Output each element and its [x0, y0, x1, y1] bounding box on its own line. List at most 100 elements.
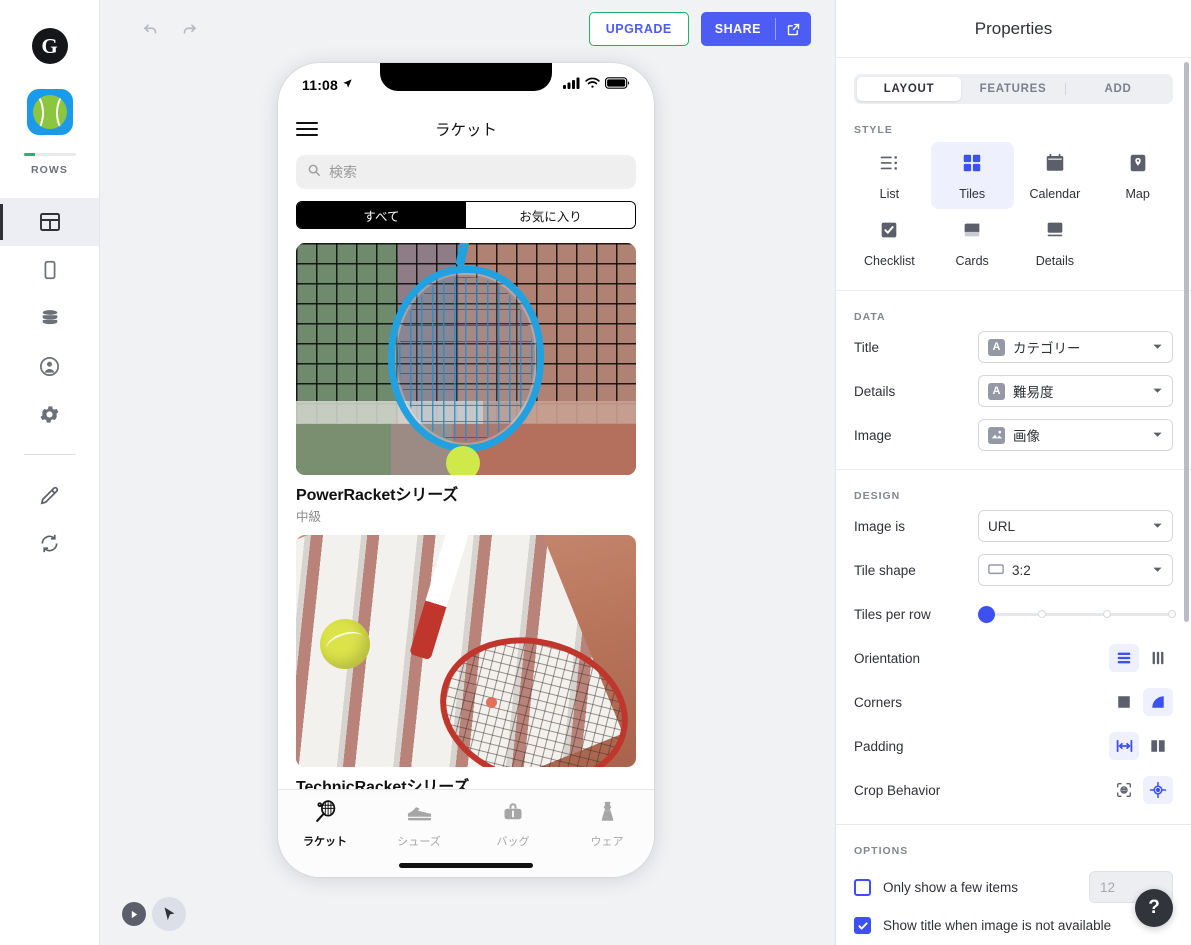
tile-title: PowerRacketシリーズ — [296, 487, 459, 504]
search-input[interactable]: 検索 — [296, 155, 636, 189]
rail-divider — [23, 454, 76, 455]
corners-square-button[interactable] — [1109, 688, 1139, 716]
segment-favorites[interactable]: お気に入り — [466, 202, 635, 228]
image-is-select[interactable]: URL — [978, 510, 1173, 542]
calendar-icon — [1044, 152, 1066, 179]
design-row-corners: Corners — [836, 682, 1191, 722]
row-label: Image is — [854, 518, 906, 534]
image-field-select[interactable]: 画像 — [978, 419, 1173, 451]
style-label: Details — [1035, 254, 1074, 268]
app-icon[interactable] — [26, 89, 73, 135]
tiles-icon — [961, 152, 983, 179]
app-root: G ROWS UPGRADE SHARE 11:08 ラケット 検索 すべて お… — [0, 0, 1191, 945]
orientation-vertical-button[interactable] — [1143, 644, 1173, 672]
upgrade-button[interactable]: UPGRADE — [588, 12, 689, 46]
style-option-details[interactable]: Details — [1014, 209, 1097, 276]
style-option-checklist[interactable]: Checklist — [848, 209, 931, 276]
app-name-label: ROWS — [30, 164, 69, 176]
tiles-per-row-slider[interactable] — [978, 598, 1177, 630]
cursor-tool-button[interactable] — [152, 897, 186, 931]
share-button[interactable]: SHARE — [700, 12, 811, 46]
help-button[interactable]: ? — [1135, 889, 1173, 927]
brand-logo[interactable]: G — [31, 28, 68, 64]
list-item[interactable]: PowerRacketシリーズ 中級 — [296, 243, 636, 525]
slider-tick[interactable] — [1168, 610, 1177, 618]
crop-face-detect-button[interactable] — [1109, 776, 1139, 804]
data-section-label: DATA — [854, 311, 886, 323]
tab-layout[interactable]: LAYOUT — [857, 77, 961, 101]
slider-tick[interactable] — [1038, 610, 1047, 618]
rectangle-shape-icon — [988, 563, 1004, 578]
play-button[interactable] — [122, 902, 146, 926]
style-option-calendar[interactable]: Calendar — [1014, 142, 1097, 209]
device-icon — [39, 259, 61, 281]
tab-add[interactable]: ADD — [1066, 77, 1170, 101]
corners-rounded-button[interactable] — [1143, 688, 1173, 716]
hamburger-menu-icon[interactable] — [296, 118, 318, 141]
tiles-list[interactable]: PowerRacketシリーズ 中級 TechnicRacketシリーズ — [278, 243, 654, 803]
tab-bags[interactable]: バッグ — [466, 799, 560, 849]
style-option-tiles[interactable]: Tiles — [930, 142, 1014, 209]
wifi-icon — [585, 76, 600, 94]
tab-label: ラケット — [303, 836, 347, 848]
style-label: Checklist — [864, 254, 915, 268]
crop-behavior-toggle-group — [1109, 776, 1173, 804]
chevron-down-icon — [1152, 384, 1163, 399]
dress-icon — [596, 799, 619, 829]
properties-scrollbar[interactable] — [1184, 62, 1189, 622]
design-row-crop-behavior: Crop Behavior — [836, 770, 1191, 810]
toolbar-actions: UPGRADE SHARE — [588, 12, 811, 46]
tab-rackets[interactable]: ラケット — [278, 799, 372, 849]
search-icon — [307, 163, 321, 182]
style-option-cards[interactable]: Cards — [931, 209, 1014, 276]
style-option-list[interactable]: List — [848, 142, 931, 209]
slider-tick[interactable] — [1102, 610, 1111, 618]
padding-none-button[interactable] — [1143, 732, 1173, 760]
orientation-horizontal-button[interactable] — [1109, 644, 1139, 672]
undo-button[interactable] — [140, 18, 162, 40]
slider-thumb[interactable] — [978, 605, 995, 623]
style-label: Map — [1125, 187, 1150, 201]
redo-button[interactable] — [178, 18, 200, 40]
sidebar-item-device[interactable] — [0, 246, 99, 294]
sidebar-item-edit[interactable] — [0, 471, 99, 519]
sidebar-item-users[interactable] — [0, 342, 99, 390]
row-label: Tiles per row — [854, 606, 931, 622]
style-section-label: STYLE — [854, 124, 893, 136]
sidebar-item-settings[interactable] — [0, 390, 99, 438]
padding-spaced-button[interactable] — [1109, 732, 1139, 760]
external-link-icon[interactable] — [776, 12, 811, 46]
sidebar-item-sync[interactable] — [0, 519, 99, 567]
details-field-select[interactable]: A 難易度 — [978, 375, 1173, 407]
row-label: Crop Behavior — [854, 782, 941, 798]
select-value: カテゴリー — [1013, 341, 1081, 356]
red-racket-photo — [296, 535, 636, 767]
page-title: ラケット — [434, 122, 497, 139]
show-title-checkbox[interactable] — [854, 917, 871, 934]
chevron-down-icon — [1152, 563, 1163, 578]
row-label: Padding — [854, 738, 904, 754]
section-divider — [836, 469, 1191, 470]
style-label: Calendar — [1029, 187, 1081, 201]
sidebar-item-layout[interactable] — [0, 198, 99, 246]
tab-wear[interactable]: ウェア — [560, 799, 654, 849]
crop-center-button[interactable] — [1143, 776, 1173, 804]
segment-all[interactable]: すべて — [297, 202, 466, 228]
text-type-icon: A — [988, 338, 1005, 356]
sidebar-item-data[interactable] — [0, 294, 99, 342]
section-divider — [836, 824, 1191, 825]
chevron-down-icon — [1152, 340, 1163, 355]
blue-racket-photo — [296, 243, 636, 475]
style-option-map[interactable]: Map — [1096, 142, 1179, 209]
chevron-down-icon — [1152, 519, 1163, 534]
row-label: Orientation — [854, 650, 921, 666]
tab-features[interactable]: FEATURES — [961, 77, 1065, 101]
tile-image — [296, 535, 636, 767]
tile-shape-select[interactable]: 3:2 — [978, 554, 1173, 586]
data-row-image: Image 画像 — [836, 415, 1191, 455]
title-field-select[interactable]: A カテゴリー — [978, 331, 1173, 363]
list-item[interactable]: TechnicRacketシリーズ — [296, 535, 636, 797]
design-row-orientation: Orientation — [836, 638, 1191, 678]
only-few-items-checkbox[interactable] — [854, 878, 871, 896]
tab-shoes[interactable]: シューズ — [372, 799, 466, 849]
